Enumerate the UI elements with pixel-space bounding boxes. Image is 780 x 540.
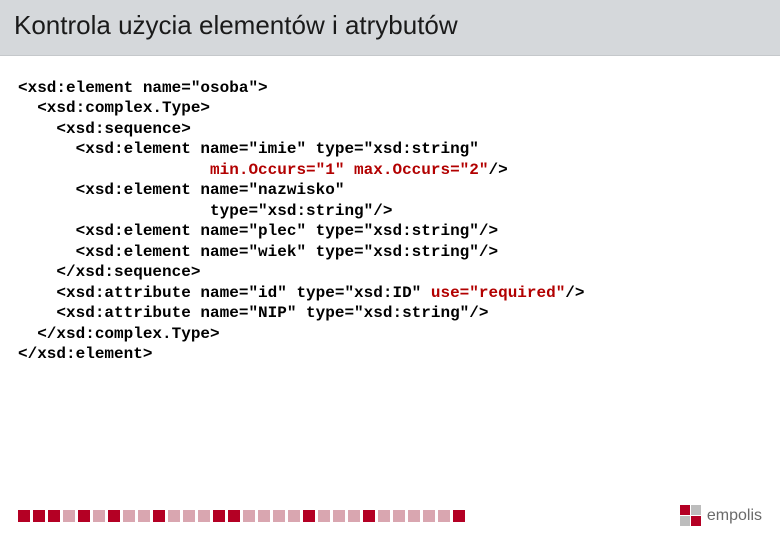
slide-title: Kontrola użycia elementów i atrybutów <box>0 0 780 56</box>
code-line: /> <box>488 161 507 179</box>
decorative-square <box>138 510 150 522</box>
decorative-square <box>393 510 405 522</box>
decorative-square <box>453 510 465 522</box>
code-line: type="xsd:string"/> <box>18 202 392 220</box>
decorative-square <box>63 510 75 522</box>
brand-logo: empolis <box>680 505 762 526</box>
decorative-square <box>183 510 195 522</box>
decorative-square <box>123 510 135 522</box>
decorative-square <box>288 510 300 522</box>
code-line: <xsd:attribute name="NIP" type="xsd:stri… <box>18 304 488 322</box>
decorative-square <box>228 510 240 522</box>
code-line: <xsd:element name="nazwisko" <box>18 181 344 199</box>
decorative-square <box>348 510 360 522</box>
decorative-square <box>258 510 270 522</box>
code-line: </xsd:element> <box>18 345 152 363</box>
code-block: <xsd:element name="osoba"> <xsd:complex.… <box>0 56 780 387</box>
code-line: </xsd:sequence> <box>18 263 200 281</box>
code-line: <xsd:element name="wiek" type="xsd:strin… <box>18 243 498 261</box>
decorative-square <box>363 510 375 522</box>
decorative-square <box>168 510 180 522</box>
decorative-square <box>78 510 90 522</box>
code-line: <xsd:element name="plec" type="xsd:strin… <box>18 222 498 240</box>
code-highlight: min.Occurs="1" max.Occurs="2" <box>210 161 488 179</box>
decorative-square <box>438 510 450 522</box>
decorative-square <box>213 510 225 522</box>
code-line: <xsd:element name="imie" type="xsd:strin… <box>18 140 479 158</box>
code-line: <xsd:complex.Type> <box>18 99 210 117</box>
code-line: /> <box>565 284 584 302</box>
decorative-square <box>108 510 120 522</box>
code-line: <xsd:sequence> <box>18 120 191 138</box>
decorative-square <box>243 510 255 522</box>
logo-text: empolis <box>707 507 762 525</box>
decorative-square <box>318 510 330 522</box>
code-line <box>18 161 210 179</box>
decorative-square <box>303 510 315 522</box>
decorative-square <box>273 510 285 522</box>
decorative-square <box>48 510 60 522</box>
code-line: <xsd:attribute name="id" type="xsd:ID" <box>18 284 431 302</box>
decorative-square <box>408 510 420 522</box>
code-line: <xsd:element name="osoba"> <box>18 79 268 97</box>
decorative-square <box>378 510 390 522</box>
footer: empolis <box>0 505 780 526</box>
code-line: </xsd:complex.Type> <box>18 325 220 343</box>
decorative-square <box>33 510 45 522</box>
decorative-square <box>198 510 210 522</box>
logo-icon <box>680 505 701 526</box>
decorative-square <box>93 510 105 522</box>
decorative-square <box>333 510 345 522</box>
code-highlight: use="required" <box>431 284 565 302</box>
decorative-square <box>18 510 30 522</box>
decorative-square <box>153 510 165 522</box>
decorative-square <box>423 510 435 522</box>
decorative-squares <box>18 510 465 522</box>
